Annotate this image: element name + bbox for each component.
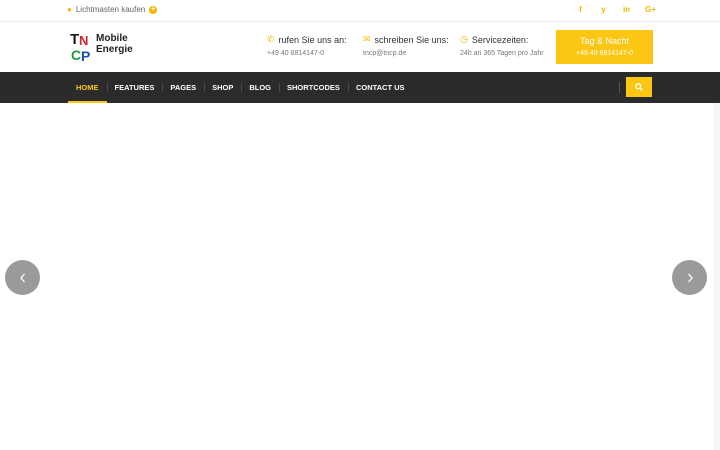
logo-letter-n: N — [79, 33, 88, 48]
slider-edge — [714, 103, 720, 450]
nav-divider — [619, 82, 620, 93]
clock-icon: ◷ — [460, 34, 468, 44]
logo-letter-p: P — [81, 48, 90, 62]
nav-item-contact-us[interactable]: CONTACT US — [347, 72, 413, 103]
contact-phone-number[interactable]: +49 40 8814147-0 — [267, 50, 347, 57]
nav-item-blog[interactable]: BLOG — [241, 72, 279, 103]
contact-email-address[interactable]: tncp@tncp.de — [363, 50, 449, 57]
slider-next-button[interactable] — [672, 260, 707, 295]
site-logo[interactable]: T N C P Mobile Energie — [70, 30, 140, 62]
contact-phone: ✆ rufen Sie uns an: +49 40 8814147-0 — [267, 34, 347, 57]
logo-letter-c: C — [71, 47, 81, 62]
facebook-icon[interactable]: f — [576, 5, 585, 14]
nav-item-home[interactable]: HOME — [68, 72, 107, 103]
envelope-icon: ✉ — [363, 34, 371, 44]
map-pin-icon: ● — [67, 5, 72, 14]
promo-link[interactable]: ● Lichtmasten kaufen + — [67, 5, 158, 14]
hero-slider — [0, 103, 720, 450]
plus-circle-icon: + — [149, 5, 158, 14]
search-icon — [635, 83, 643, 91]
nav-item-features[interactable]: FEATURES — [106, 72, 163, 103]
hotline-title: Tag & Nacht — [579, 36, 630, 46]
contact-email: ✉ schreiben Sie uns: tncp@tncp.de — [363, 34, 449, 57]
hotline-number: +49 40 8814147-0 — [575, 50, 634, 57]
contact-phone-title: rufen Sie uns an: — [278, 34, 347, 45]
nav-item-shortcodes[interactable]: SHORTCODES — [279, 72, 348, 103]
contact-email-title: schreiben Sie uns: — [374, 34, 449, 45]
logo-text: Mobile Energie — [96, 33, 133, 55]
chevron-right-icon — [687, 273, 693, 282]
hotline-button[interactable]: Tag & Nacht +49 40 8814147-0 — [556, 30, 653, 64]
linkedin-icon[interactable]: in — [622, 5, 631, 14]
logo-letter-t: T — [70, 31, 79, 48]
contact-hours-title: Servicezeiten: — [471, 34, 529, 45]
top-bar: ● Lichtmasten kaufen + f y in G+ — [0, 0, 720, 22]
phone-icon: ✆ — [267, 34, 275, 44]
social-links: f y in G+ — [576, 5, 656, 14]
twitter-icon[interactable]: y — [599, 5, 608, 14]
promo-text: Lichtmasten kaufen — [75, 5, 146, 14]
slider-prev-button[interactable] — [5, 260, 40, 295]
google-plus-icon[interactable]: G+ — [645, 5, 656, 14]
contact-hours: ◷ Servicezeiten: 24h an 365 Tagen pro Ja… — [460, 34, 544, 57]
nav-item-shop[interactable]: SHOP — [204, 72, 241, 103]
logo-line-1: Mobile — [96, 33, 128, 44]
search-button[interactable] — [626, 77, 652, 97]
contact-hours-text: 24h an 365 Tagen pro Jahr — [460, 50, 544, 57]
main-nav: HOME FEATURES PAGES SHOP BLOG SHORTCODES… — [0, 72, 720, 103]
logo-mark-icon: T N C P — [70, 31, 90, 62]
nav-item-pages[interactable]: PAGES — [162, 72, 204, 103]
chevron-left-icon — [19, 273, 25, 282]
logo-line-2: Energie — [96, 44, 133, 55]
site-header: T N C P Mobile Energie ✆ rufen Sie uns a… — [0, 22, 720, 72]
